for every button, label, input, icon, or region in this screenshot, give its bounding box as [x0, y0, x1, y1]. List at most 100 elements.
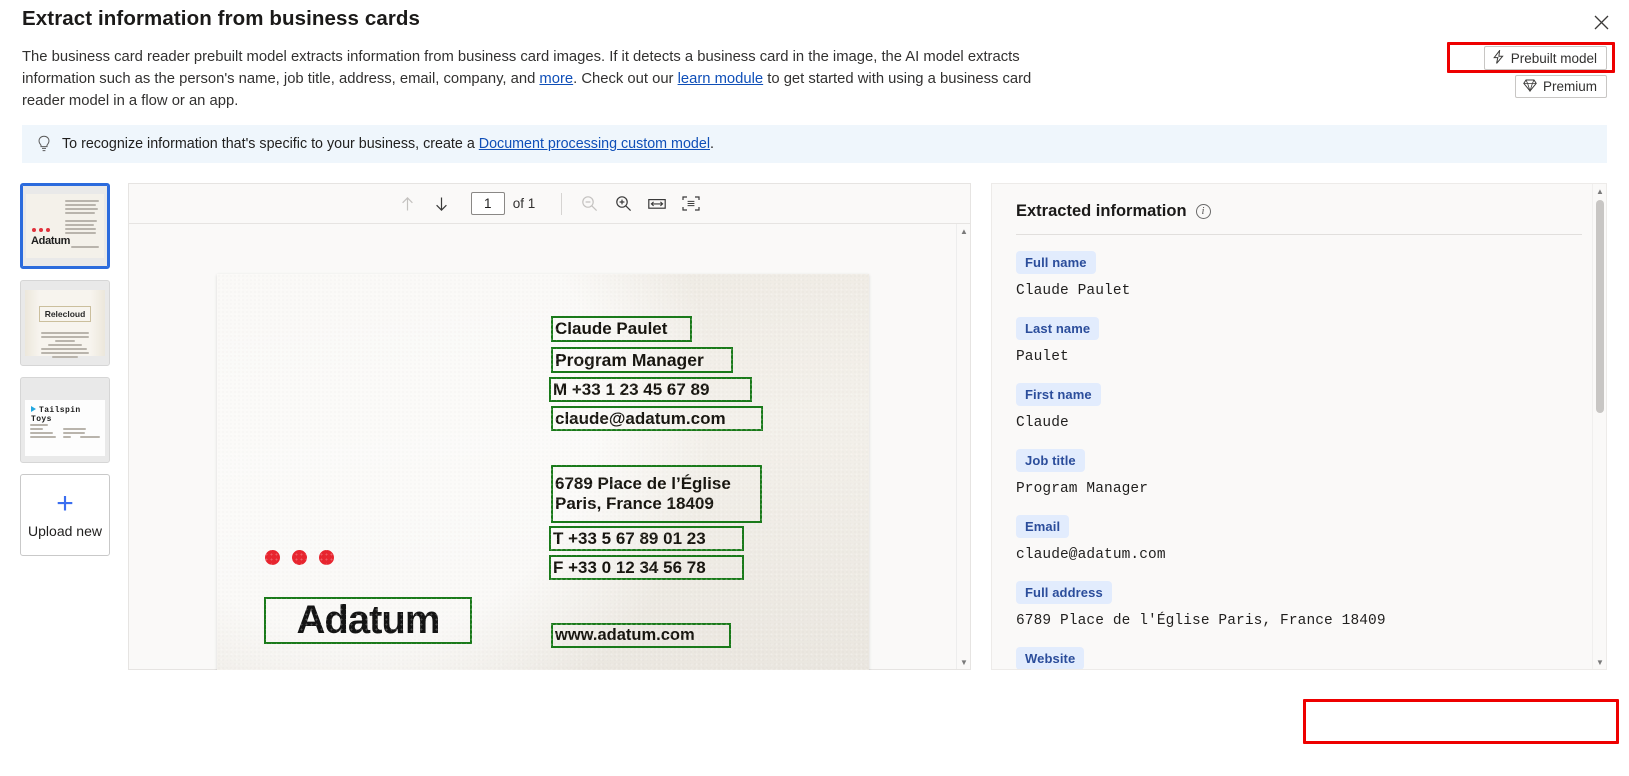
business-card-image: Adatum Claude Paulet Program Manager M +33 …	[217, 274, 869, 670]
plus-icon: +	[56, 487, 74, 520]
lightbulb-icon	[36, 135, 52, 153]
page-total-label: of 1	[512, 196, 536, 211]
ocr-bounding-box: www.adatum.com	[551, 623, 731, 648]
zoom-out-icon[interactable]	[574, 189, 604, 219]
model-badges: Prebuilt model Premium	[1483, 46, 1607, 98]
card-brand-dots-icon	[265, 550, 334, 565]
ocr-bounding-box: M +33 1 23 45 67 89	[549, 377, 752, 402]
field-label-badge: Last name	[1016, 317, 1100, 340]
extracted-field: First name Claude	[1016, 383, 1582, 431]
extracted-field: Website	[1016, 647, 1582, 669]
badge-prebuilt-model[interactable]: Prebuilt model	[1483, 46, 1607, 70]
thumbnail-card-preview: Adatum	[26, 194, 104, 258]
zoom-in-icon[interactable]	[608, 189, 638, 219]
viewer-toolbar: 1 of 1	[129, 184, 970, 224]
description-text-2: . Check out our	[573, 71, 678, 87]
divider	[1016, 234, 1582, 235]
field-value: Program Manager	[1016, 481, 1149, 497]
close-icon[interactable]	[1585, 6, 1617, 38]
triangle-icon	[31, 406, 36, 412]
extracted-field: Full address 6789 Place de l'Église Paris…	[1016, 581, 1582, 629]
field-label-badge: Full name	[1016, 251, 1096, 274]
scroll-down-icon[interactable]: ▼	[957, 655, 971, 669]
field-label-badge: Website	[1016, 647, 1085, 669]
info-banner-text-before: To recognize information that's specific…	[62, 136, 479, 152]
diamond-icon	[1523, 79, 1537, 94]
card-company-logo: Adatum	[264, 597, 472, 644]
extracted-information-panel: Extracted information i Full name Claude …	[991, 183, 1607, 670]
badge-premium-label: Premium	[1542, 79, 1597, 94]
thumb-company-label: Tailspin Toys	[31, 406, 81, 424]
toolbar-divider	[561, 192, 563, 215]
link-document-processing-custom-model[interactable]: Document processing custom model	[479, 136, 710, 152]
thumb-text-block-3	[71, 246, 99, 250]
thumb-text-block-1	[41, 332, 89, 360]
thumb-text-block-3	[80, 436, 100, 440]
field-value: claude@adatum.com	[1016, 547, 1166, 563]
ocr-bounding-box: T +33 5 67 89 01 23	[549, 526, 744, 551]
dialog-description: The business card reader prebuilt model …	[22, 46, 1052, 112]
scroll-up-icon[interactable]: ▲	[957, 224, 971, 238]
field-label-badge: Job title	[1016, 449, 1085, 472]
thumb-text-block-2	[65, 220, 99, 236]
thumbnail-rail: Adatum Relecloud Tailspin Toys + Upload …	[20, 183, 112, 556]
extracted-vertical-scrollbar[interactable]: ▲ ▼	[1592, 184, 1606, 669]
extracted-fields-list: Extracted information i Full name Claude …	[992, 184, 1606, 669]
thumb-dots-icon	[32, 228, 50, 232]
extracted-header: Extracted information i	[1016, 202, 1582, 221]
field-value: Claude Paulet	[1016, 283, 1131, 299]
document-viewer: 1 of 1 Adatum Claude Paulet Program Mana…	[128, 183, 971, 670]
badge-premium[interactable]: Premium	[1514, 75, 1607, 98]
thumb-text-block-1	[65, 200, 99, 216]
field-value: Claude	[1016, 415, 1069, 431]
ocr-bounding-box: Program Manager	[551, 347, 733, 373]
info-banner-text-after: .	[710, 136, 714, 152]
extracted-field: Last name Paulet	[1016, 317, 1582, 365]
thumb-company-label: Adatum	[31, 235, 71, 247]
fit-page-icon[interactable]	[676, 189, 706, 219]
info-banner-text: To recognize information that's specific…	[62, 136, 714, 152]
extracted-field: Email claude@adatum.com	[1016, 515, 1582, 563]
extracted-field: Full name Claude Paulet	[1016, 251, 1582, 299]
thumb-text-block-1	[30, 424, 56, 440]
fit-width-icon[interactable]	[642, 189, 672, 219]
field-value: 6789 Place de l'Église Paris, France 184…	[1016, 613, 1386, 629]
ocr-bounding-box: F +33 0 12 34 56 78	[549, 555, 744, 580]
upload-new-button[interactable]: + Upload new	[20, 474, 110, 556]
scroll-up-icon[interactable]: ▲	[1593, 184, 1606, 198]
ocr-bounding-box: claude@adatum.com	[551, 406, 763, 431]
field-label-badge: First name	[1016, 383, 1101, 406]
extracted-title: Extracted information	[1016, 202, 1187, 220]
lightning-bolt-icon	[1492, 48, 1505, 66]
thumbnail-card-preview: Relecloud	[25, 290, 105, 358]
upload-new-label: Upload new	[28, 523, 102, 539]
scroll-down-icon[interactable]: ▼	[1593, 655, 1606, 669]
info-circle-icon[interactable]: i	[1195, 204, 1211, 219]
thumbnail-relecloud[interactable]: Relecloud	[20, 280, 110, 366]
field-value: Paulet	[1016, 349, 1069, 365]
field-label-badge: Email	[1016, 515, 1070, 538]
arrow-up-icon[interactable]	[393, 189, 423, 219]
link-more[interactable]: more	[539, 71, 573, 87]
page-number-input[interactable]: 1	[470, 192, 505, 215]
scrollbar-thumb[interactable]	[1596, 200, 1604, 413]
thumbnail-adatum[interactable]: Adatum	[20, 183, 110, 269]
badge-prebuilt-model-label: Prebuilt model	[1510, 50, 1597, 66]
viewer-canvas[interactable]: Adatum Claude Paulet Program Manager M +33 …	[129, 224, 970, 670]
arrow-down-icon[interactable]	[427, 189, 457, 219]
link-learn-module[interactable]: learn module	[678, 71, 764, 87]
thumbnail-card-preview: Tailspin Toys	[25, 400, 105, 456]
thumbnail-tailspin-toys[interactable]: Tailspin Toys	[20, 377, 110, 463]
info-banner: To recognize information that's specific…	[22, 125, 1607, 163]
viewer-vertical-scrollbar[interactable]: ▲ ▼	[956, 224, 970, 669]
ocr-text-line: Paris, France 18409	[555, 494, 714, 513]
field-label-badge: Full address	[1016, 581, 1112, 604]
extracted-field: Job title Program Manager	[1016, 449, 1582, 497]
ocr-bounding-box: 6789 Place de l’Église Paris, France 1840…	[551, 465, 762, 523]
ocr-text-line: 6789 Place de l’Église	[555, 474, 731, 493]
dialog-extract-business-cards: Extract information from business cards …	[0, 0, 1629, 776]
page-title: Extract information from business cards	[22, 7, 421, 30]
ocr-bounding-box: Claude Paulet	[551, 316, 692, 342]
dialog-footer: View documentation Use in a flow Use in …	[0, 670, 1629, 776]
thumb-company-label: Relecloud	[39, 306, 91, 322]
